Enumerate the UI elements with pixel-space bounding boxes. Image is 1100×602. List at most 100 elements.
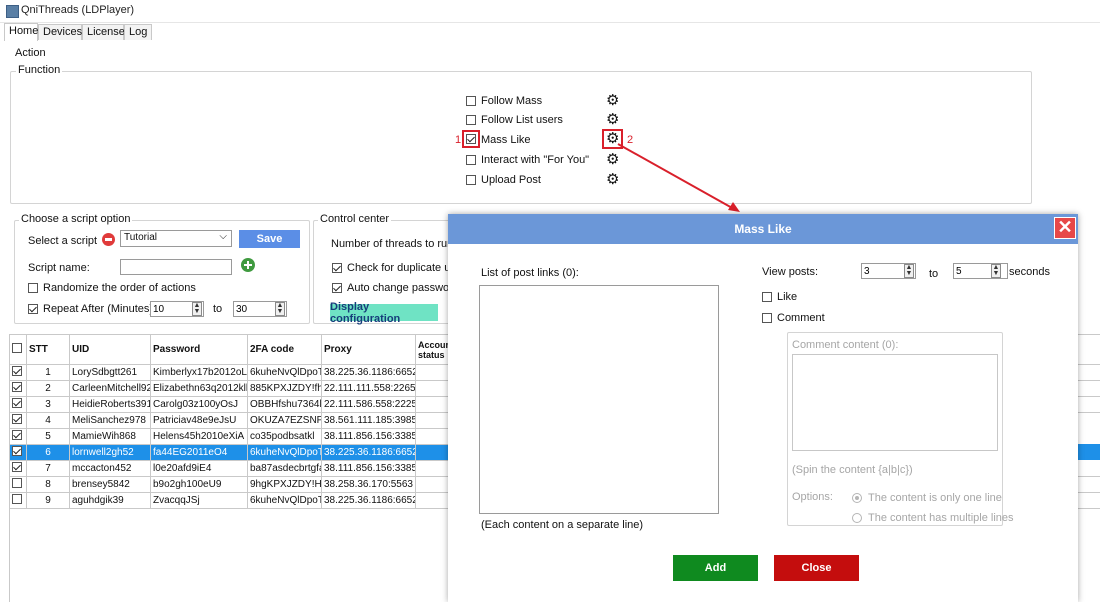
table-row[interactable]: 2CarleenMitchell928Elizabethn63q2012klhO… — [9, 380, 451, 397]
cell-fa: ba87asdecbrtgfa — [247, 460, 322, 477]
one-line-radio[interactable] — [852, 493, 862, 503]
cell-password: b9o2gh100eU9 — [150, 476, 248, 493]
follow-mass-label: Follow Mass — [481, 95, 543, 107]
cell-uid: LorySdbgtt261 — [69, 364, 151, 381]
cell-password: Kimberlyx17b2012oLbE — [150, 364, 248, 381]
close-button[interactable]: Close — [774, 555, 859, 581]
interact-foryou-checkbox[interactable] — [466, 155, 476, 165]
annotation-marker-1: 1 — [455, 134, 462, 146]
cell-stt: 2 — [26, 380, 70, 397]
row-select-cell[interactable] — [9, 380, 27, 397]
row-select-cell[interactable] — [9, 476, 27, 493]
row-checkbox[interactable] — [12, 398, 22, 408]
randomize-label: Randomize the order of actions — [43, 282, 196, 294]
post-links-textarea[interactable] — [479, 285, 719, 514]
window-title: QniThreads (LDPlayer) — [21, 4, 135, 16]
row-checkbox[interactable] — [12, 366, 22, 376]
table-row[interactable]: 1LorySdbgtt261Kimberlyx17b2012oLbE6kuheN… — [9, 364, 451, 381]
script-select[interactable]: Tutorial ⌵ — [120, 230, 232, 247]
follow-list-label: Follow List users — [481, 114, 563, 126]
table-row[interactable]: 7 mccacton452 l0e20afd9iE4 ba87asdecbrtgfa 3… — [9, 460, 451, 477]
multi-line-radio[interactable] — [852, 513, 862, 523]
display-configuration-button[interactable]: Display configuration — [330, 301, 438, 325]
row-select-cell[interactable] — [9, 428, 27, 445]
table-row[interactable]: 6 lornwell2gh52 fa44EG2011eO4 6kuheNvQlDpoT… — [9, 444, 451, 461]
script-name-label: Script name: — [28, 262, 90, 274]
follow-list-checkbox[interactable] — [466, 115, 476, 125]
options-label: Options: — [792, 491, 833, 503]
cell-proxy: 38.225.36.1186:6652 — [321, 364, 416, 381]
row-select-cell[interactable] — [9, 364, 27, 381]
follow-mass-gear-icon[interactable]: ⚙ — [606, 93, 619, 108]
cell-proxy: 38.111.856.156:33856 — [321, 428, 416, 445]
cell-proxy: 22.111.111.558:2265 — [321, 380, 416, 397]
dialog-title-bar: Mass Like — [448, 214, 1078, 244]
grid-line — [1078, 334, 1100, 335]
row-select-cell[interactable] — [9, 460, 27, 477]
randomize-checkbox[interactable] — [28, 283, 38, 293]
select-all-header[interactable] — [9, 334, 27, 365]
tab-devices[interactable]: Devices — [38, 24, 82, 40]
seconds-label: seconds — [1009, 266, 1050, 278]
row-checkbox[interactable] — [12, 430, 22, 440]
row-select-cell[interactable] — [9, 444, 27, 461]
auto-password-checkbox[interactable] — [332, 283, 342, 293]
select-all-checkbox[interactable] — [12, 343, 22, 353]
close-icon[interactable]: ✕ — [1054, 217, 1076, 239]
column-header-2fa: 2FA code — [247, 334, 322, 365]
tab-license[interactable]: License — [82, 24, 125, 40]
column-header-uid: UID — [69, 334, 151, 365]
row-checkbox[interactable] — [12, 462, 22, 472]
cell-status — [415, 476, 451, 493]
like-checkbox[interactable] — [762, 292, 772, 302]
comment-checkbox[interactable] — [762, 313, 772, 323]
upload-post-checkbox[interactable] — [466, 175, 476, 185]
comment-content-textarea[interactable] — [792, 354, 998, 451]
repeat-checkbox[interactable] — [28, 304, 38, 314]
cell-password: Patriciav48e9eJsU — [150, 412, 248, 429]
script-name-input[interactable] — [120, 259, 232, 275]
repeat-to-spinner-icon[interactable]: ▲ ▼ — [275, 302, 285, 316]
table-row[interactable]: 9 aguhdgik39 ZvacqqJSj 6kuheNvQlDpoT 38.225.… — [9, 492, 451, 509]
separate-line-hint: (Each content on a separate line) — [481, 519, 644, 531]
cell-fa: 9hgKPXJZDY!HGD — [247, 476, 322, 493]
comment-content-label: Comment content (0): — [792, 339, 899, 351]
row-select-cell[interactable] — [9, 492, 27, 509]
row-checkbox[interactable] — [12, 446, 22, 456]
accounts-table: STT UID Password 2FA code Proxy Account … — [9, 334, 451, 509]
table-row[interactable]: 4 MeliSanchez978 Patriciav48e9eJsU OKUZA7EZ… — [9, 412, 451, 429]
cell-uid: brensey5842 — [69, 476, 151, 493]
delete-script-icon[interactable] — [102, 233, 115, 246]
row-select-cell[interactable] — [9, 396, 27, 413]
mass-like-checkbox[interactable] — [466, 134, 476, 144]
row-checkbox[interactable] — [12, 382, 22, 392]
repeat-from-spinner-icon[interactable]: ▲ ▼ — [192, 302, 202, 316]
follow-mass-checkbox[interactable] — [466, 96, 476, 106]
tab-home[interactable]: Home — [4, 23, 38, 41]
function-group-label: Function — [16, 64, 63, 76]
cell-proxy: 38.111.856.156:33856 — [321, 460, 416, 477]
table-row[interactable]: 3 HeidieRoberts391 Carolg03z100yOsJ OBBHfsh… — [9, 396, 451, 413]
row-checkbox[interactable] — [12, 494, 22, 504]
save-button[interactable]: Save — [239, 230, 300, 248]
add-script-icon[interactable] — [241, 258, 255, 272]
control-center-group-label: Control center — [318, 213, 392, 225]
row-checkbox[interactable] — [12, 414, 22, 424]
grid-line — [1078, 364, 1100, 365]
duplicate-users-checkbox[interactable] — [332, 263, 342, 273]
cell-fa: 885KPXJZDY!fhe — [247, 380, 322, 397]
row-checkbox[interactable] — [12, 478, 22, 488]
view-to-spinner-icon[interactable]: ▲ ▼ — [991, 264, 1001, 278]
row-select-cell[interactable] — [9, 412, 27, 429]
table-row[interactable]: 5 MamieWih868 Helens45h2010eXiA co35podbsat… — [9, 428, 451, 445]
repeat-label: Repeat After (Minutes) — [43, 303, 154, 315]
post-links-label: List of post links (0): — [481, 267, 579, 279]
threads-label: Number of threads to run: — [331, 238, 457, 250]
like-label: Like — [777, 291, 798, 303]
view-from-spinner-icon[interactable]: ▲ ▼ — [904, 264, 914, 278]
add-button[interactable]: Add — [673, 555, 758, 581]
cell-fa: OKUZA7EZSNPIE — [247, 412, 322, 429]
follow-list-gear-icon[interactable]: ⚙ — [606, 112, 619, 127]
table-row[interactable]: 8brensey5842b9o2gh100eU99hgKPXJZDY!HGD38… — [9, 476, 451, 493]
tab-log[interactable]: Log — [124, 24, 152, 40]
